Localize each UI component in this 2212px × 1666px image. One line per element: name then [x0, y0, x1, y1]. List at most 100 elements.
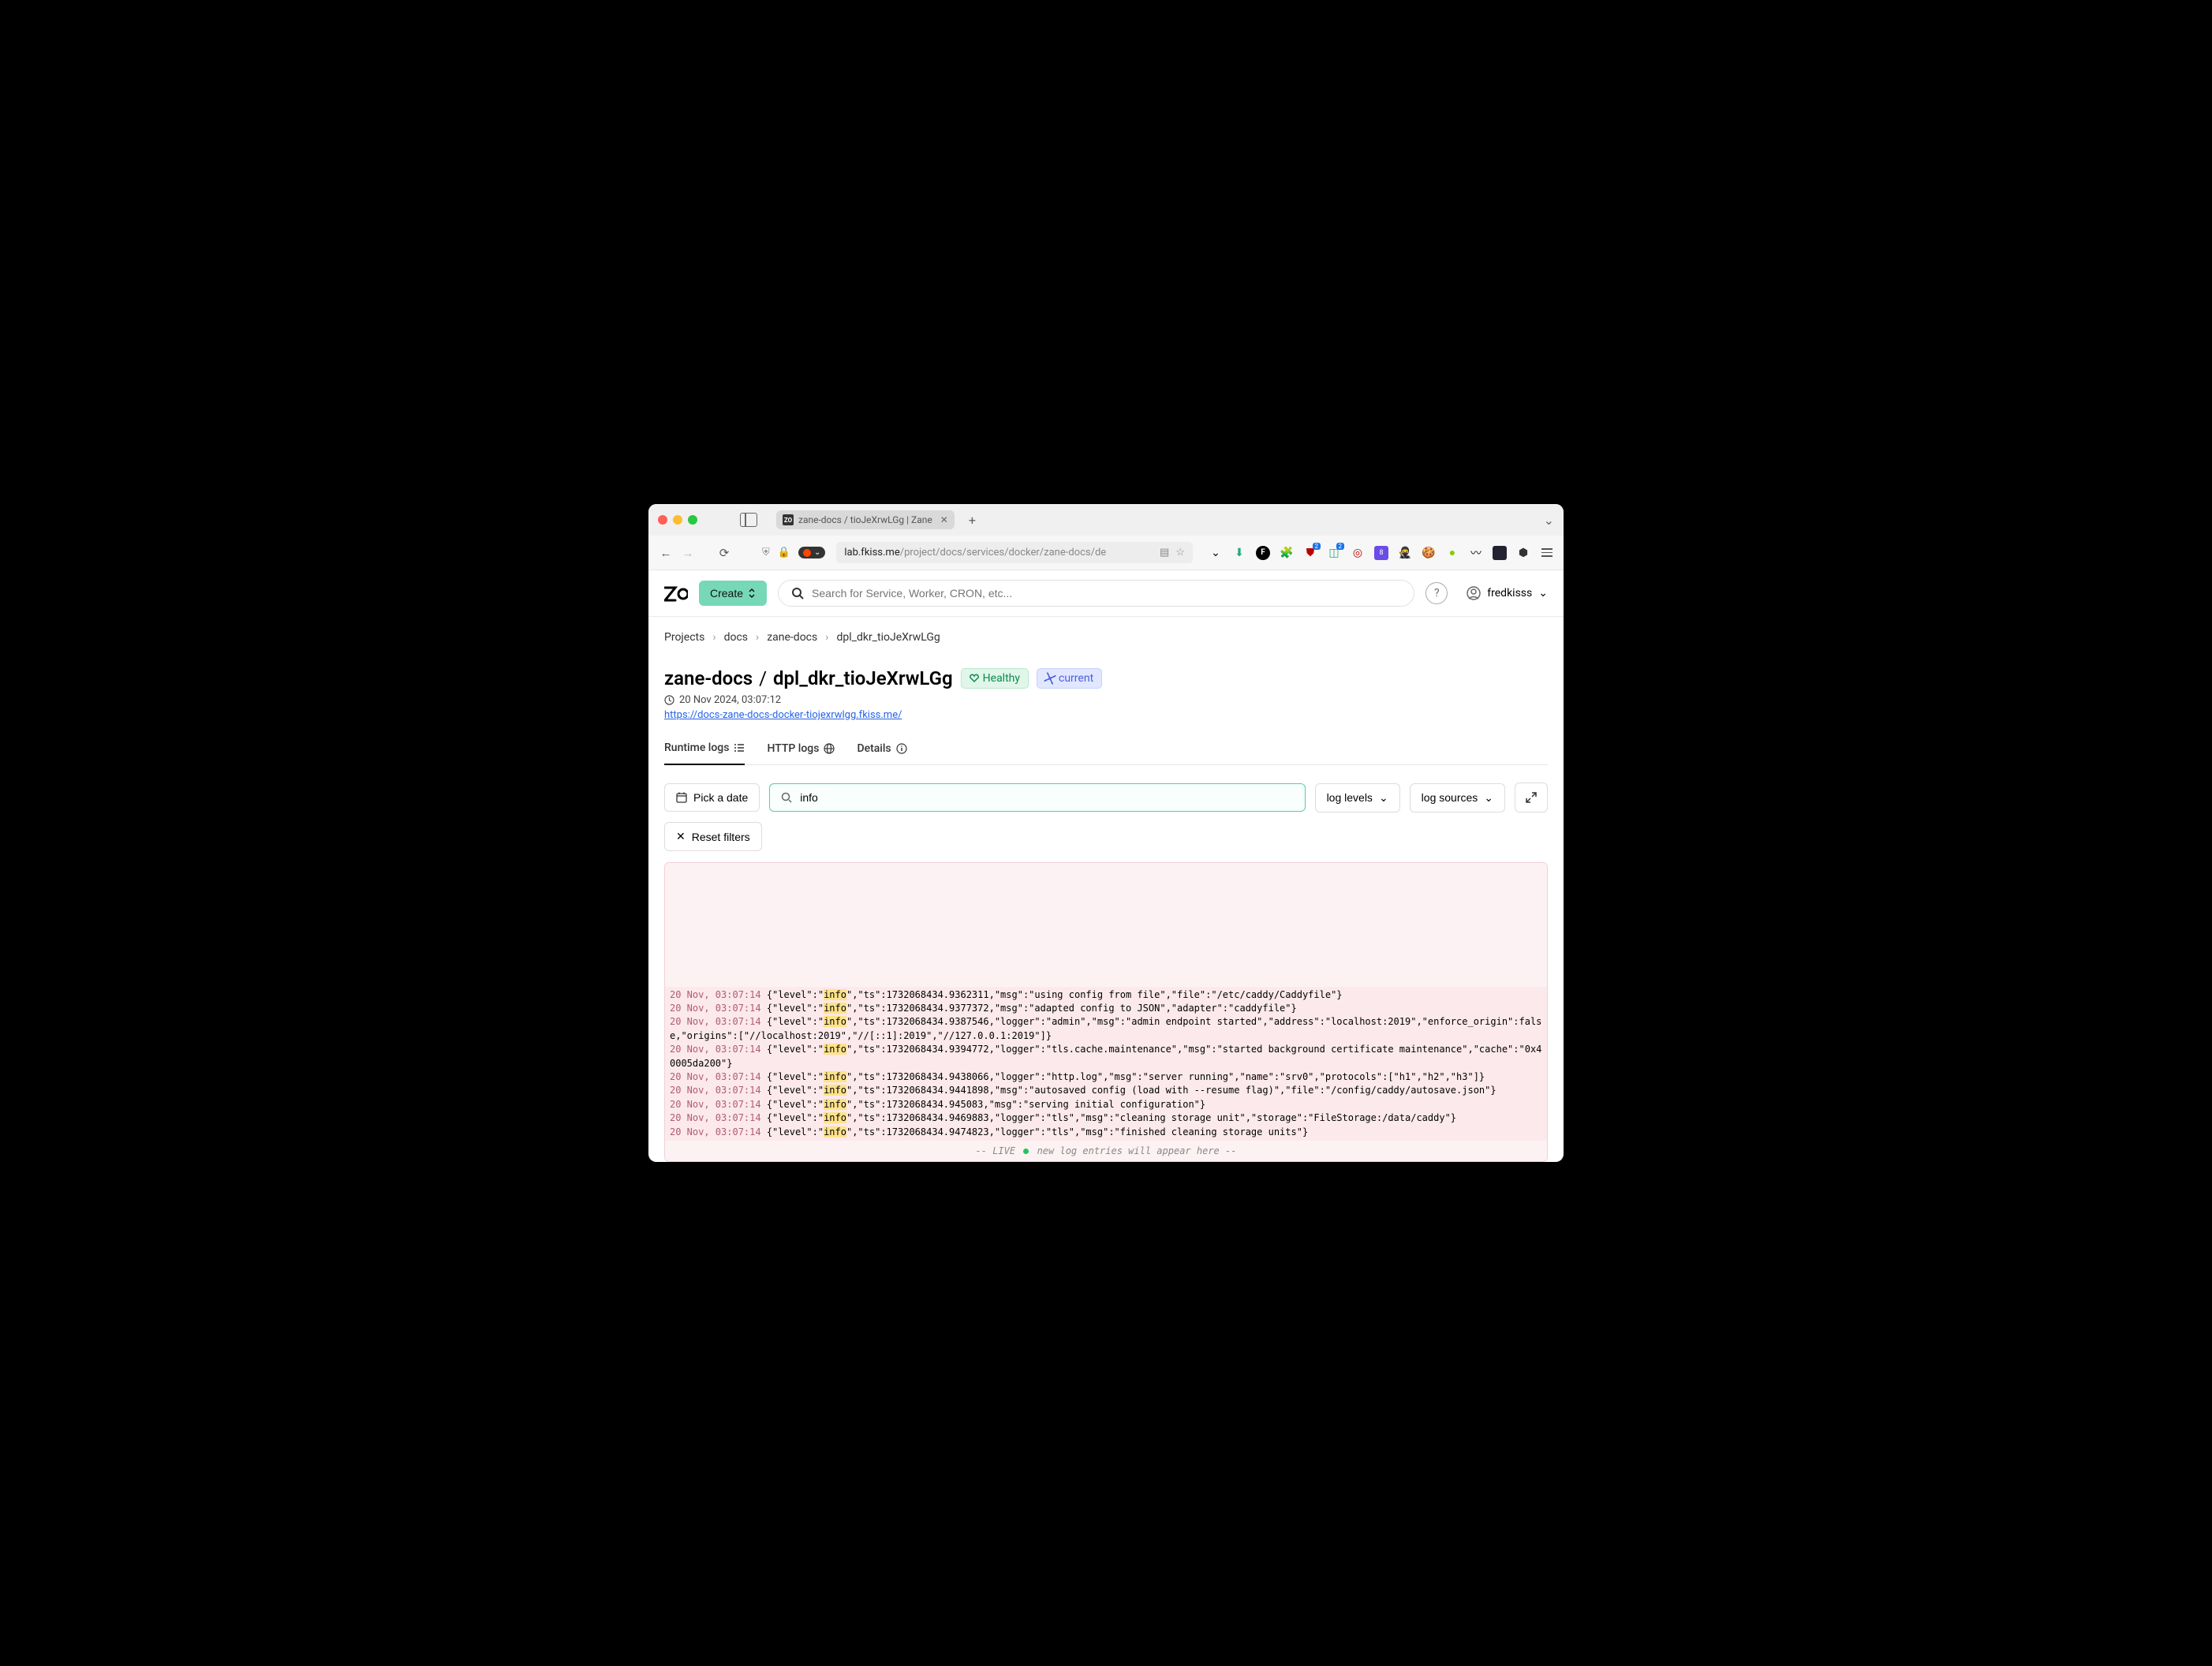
- lock-icon[interactable]: 🔒: [778, 547, 790, 558]
- expand-button[interactable]: [1515, 783, 1548, 812]
- clock-icon: [664, 695, 674, 705]
- status-badge-healthy: Healthy: [961, 668, 1029, 689]
- deployment-url[interactable]: https://docs-zane-docs-docker-tiojexrwlg…: [664, 709, 902, 721]
- traffic-lights: [658, 515, 697, 525]
- tab-http-logs[interactable]: HTTP logs: [767, 741, 835, 764]
- tab-runtime-logs[interactable]: Runtime logs: [664, 741, 745, 765]
- tabs: Runtime logs HTTP logs Details: [664, 741, 1548, 765]
- ext-icon-cookie[interactable]: 🍪: [1422, 546, 1436, 560]
- chevron-down-icon: ⌄: [1538, 587, 1548, 600]
- expand-icon: [1526, 792, 1537, 803]
- ext-icon-hex[interactable]: ⬢: [1516, 546, 1530, 560]
- chevron-right-icon: ›: [712, 631, 716, 644]
- ext-icon-ninja[interactable]: 🥷: [1398, 546, 1412, 560]
- log-levels-button[interactable]: log levels ⌄: [1315, 783, 1400, 812]
- create-label: Create: [710, 587, 743, 600]
- filters-row: Pick a date log levels ⌄ log sources ⌄: [664, 783, 1548, 812]
- reset-row: ✕ Reset filters: [664, 822, 1548, 851]
- user-menu[interactable]: fredkisss ⌄: [1467, 586, 1548, 600]
- log-line: 20 Nov, 03:07:14 {"level":"info","ts":17…: [670, 988, 1542, 1002]
- ext-icon-green[interactable]: ●: [1445, 546, 1459, 560]
- log-sources-button[interactable]: log sources ⌄: [1410, 783, 1505, 812]
- title-service: zane-docs: [664, 667, 753, 689]
- live-indicator-icon: [1023, 1149, 1029, 1154]
- ext-icon-circle[interactable]: ◎: [1351, 546, 1365, 560]
- date-picker-button[interactable]: Pick a date: [664, 783, 760, 812]
- breadcrumb: Projects › docs › zane-docs › dpl_dkr_ti…: [664, 631, 1548, 644]
- log-line: 20 Nov, 03:07:14 {"level":"info","ts":17…: [670, 1111, 1542, 1125]
- app-header: Create ? fredkisss ⌄: [648, 570, 1564, 617]
- tab-close-icon[interactable]: ✕: [940, 514, 948, 525]
- global-search-input[interactable]: [812, 587, 1401, 600]
- create-button[interactable]: Create: [699, 581, 767, 606]
- ublock-icon[interactable]: ⛊2: [1303, 546, 1317, 560]
- username: fredkisss: [1487, 587, 1532, 600]
- chevron-down-icon: ⌄: [1484, 791, 1493, 805]
- reset-label: Reset filters: [692, 831, 750, 843]
- breadcrumb-service[interactable]: zane-docs: [767, 631, 817, 644]
- title-separator: /: [759, 667, 767, 689]
- info-icon: [896, 743, 907, 754]
- browser-tab[interactable]: ZO zane-docs / tioJeXrwLGg | Zane ✕: [776, 510, 955, 529]
- ext-icon-wave[interactable]: 〰: [1469, 546, 1483, 560]
- log-line: 20 Nov, 03:07:14 {"level":"info","ts":17…: [670, 1043, 1542, 1070]
- shield-icon[interactable]: ⛨: [762, 547, 770, 558]
- breadcrumb-docs[interactable]: docs: [724, 631, 748, 644]
- ext-icon-purple[interactable]: 8: [1374, 546, 1388, 560]
- tab-label: Details: [857, 742, 891, 755]
- bookmark-icon[interactable]: ☆: [1175, 547, 1185, 558]
- help-button[interactable]: ?: [1425, 582, 1448, 604]
- heart-icon: [970, 674, 979, 683]
- breadcrumb-projects[interactable]: Projects: [664, 631, 704, 644]
- forward-button[interactable]: →: [680, 546, 696, 560]
- logo[interactable]: [664, 585, 688, 601]
- tab-details[interactable]: Details: [857, 741, 906, 764]
- log-line: 20 Nov, 03:07:14 {"level":"info","ts":17…: [670, 1070, 1542, 1084]
- log-empty-space: [665, 863, 1547, 987]
- download-icon[interactable]: ⬇: [1232, 546, 1246, 560]
- browser-window: ZO zane-docs / tioJeXrwLGg | Zane ✕ + ⌄ …: [648, 504, 1564, 1162]
- puzzle-icon[interactable]: 🧩: [1280, 546, 1294, 560]
- new-tab-button[interactable]: +: [969, 513, 976, 528]
- search-icon: [791, 587, 804, 600]
- breadcrumb-deployment: dpl_dkr_tioJeXrwLGg: [836, 631, 940, 644]
- tabs-dropdown-icon[interactable]: ⌄: [1544, 513, 1554, 528]
- tab-label: HTTP logs: [767, 742, 819, 755]
- status-badge-current: current: [1037, 668, 1102, 689]
- reset-filters-button[interactable]: ✕ Reset filters: [664, 822, 762, 851]
- ext-icon-square[interactable]: ◫2: [1327, 546, 1341, 560]
- url-field[interactable]: lab.fkiss.me/project/docs/services/docke…: [836, 542, 1193, 563]
- ext-icon-f[interactable]: F: [1256, 546, 1270, 560]
- content: Projects › docs › zane-docs › dpl_dkr_ti…: [648, 617, 1564, 1162]
- log-line: 20 Nov, 03:07:14 {"level":"info","ts":17…: [670, 1015, 1542, 1043]
- ext-icon-dark[interactable]: [1493, 546, 1507, 560]
- close-icon: ✕: [676, 830, 686, 843]
- title-bar: ZO zane-docs / tioJeXrwLGg | Zane ✕ + ⌄: [648, 504, 1564, 536]
- app: Create ? fredkisss ⌄ Projects › docs › z…: [648, 570, 1564, 1162]
- window-maximize-button[interactable]: [688, 515, 697, 525]
- log-footer: -- LIVE new log entries will appear here…: [665, 1141, 1547, 1161]
- log-lines: 20 Nov, 03:07:14 {"level":"info","ts":17…: [665, 987, 1547, 1141]
- log-line: 20 Nov, 03:07:14 {"level":"info","ts":17…: [670, 1098, 1542, 1111]
- healthy-label: Healthy: [983, 672, 1020, 685]
- menu-icon[interactable]: [1540, 546, 1554, 560]
- pocket-icon[interactable]: ⌄: [1209, 546, 1223, 560]
- sidebar-toggle-icon[interactable]: [740, 513, 757, 527]
- back-button[interactable]: ←: [658, 546, 674, 560]
- search-filter[interactable]: [769, 783, 1305, 812]
- log-sources-label: log sources: [1422, 791, 1478, 804]
- window-minimize-button[interactable]: [673, 515, 682, 525]
- reload-button[interactable]: ⟳: [716, 546, 732, 560]
- global-search[interactable]: [778, 580, 1414, 607]
- log-search-input[interactable]: [800, 791, 1293, 804]
- extension-chip[interactable]: ⌄: [798, 547, 825, 558]
- log-line: 20 Nov, 03:07:14 {"level":"info","ts":17…: [670, 1126, 1542, 1139]
- avatar-icon: [1467, 586, 1481, 600]
- window-close-button[interactable]: [658, 515, 667, 525]
- log-line: 20 Nov, 03:07:14 {"level":"info","ts":17…: [670, 1084, 1542, 1097]
- log-panel: 20 Nov, 03:07:14 {"level":"info","ts":17…: [664, 862, 1548, 1162]
- title-deployment: dpl_dkr_tioJeXrwLGg: [773, 667, 953, 689]
- date-label: Pick a date: [693, 791, 748, 804]
- reader-icon[interactable]: ▤: [1160, 547, 1169, 558]
- current-label: current: [1059, 672, 1093, 685]
